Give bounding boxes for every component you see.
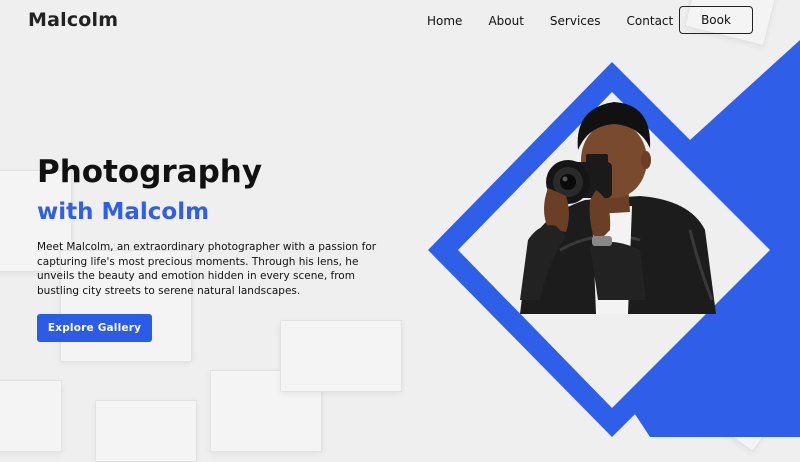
site-logo[interactable]: Malcolm (28, 9, 118, 31)
hero-description: Meet Malcolm, an extraordinary photograp… (37, 241, 377, 297)
main-nav: Home About Services Contact (427, 13, 699, 29)
nav-home[interactable]: Home (427, 13, 462, 29)
nav-contact[interactable]: Contact (627, 13, 674, 29)
explore-gallery-button[interactable]: Explore Gallery (37, 314, 152, 342)
book-button[interactable]: Book (679, 6, 753, 34)
nav-services[interactable]: Services (550, 13, 601, 29)
hero-subtitle: with Malcolm (37, 199, 210, 225)
hero-title: Photography (37, 154, 263, 190)
nav-about[interactable]: About (488, 13, 523, 29)
